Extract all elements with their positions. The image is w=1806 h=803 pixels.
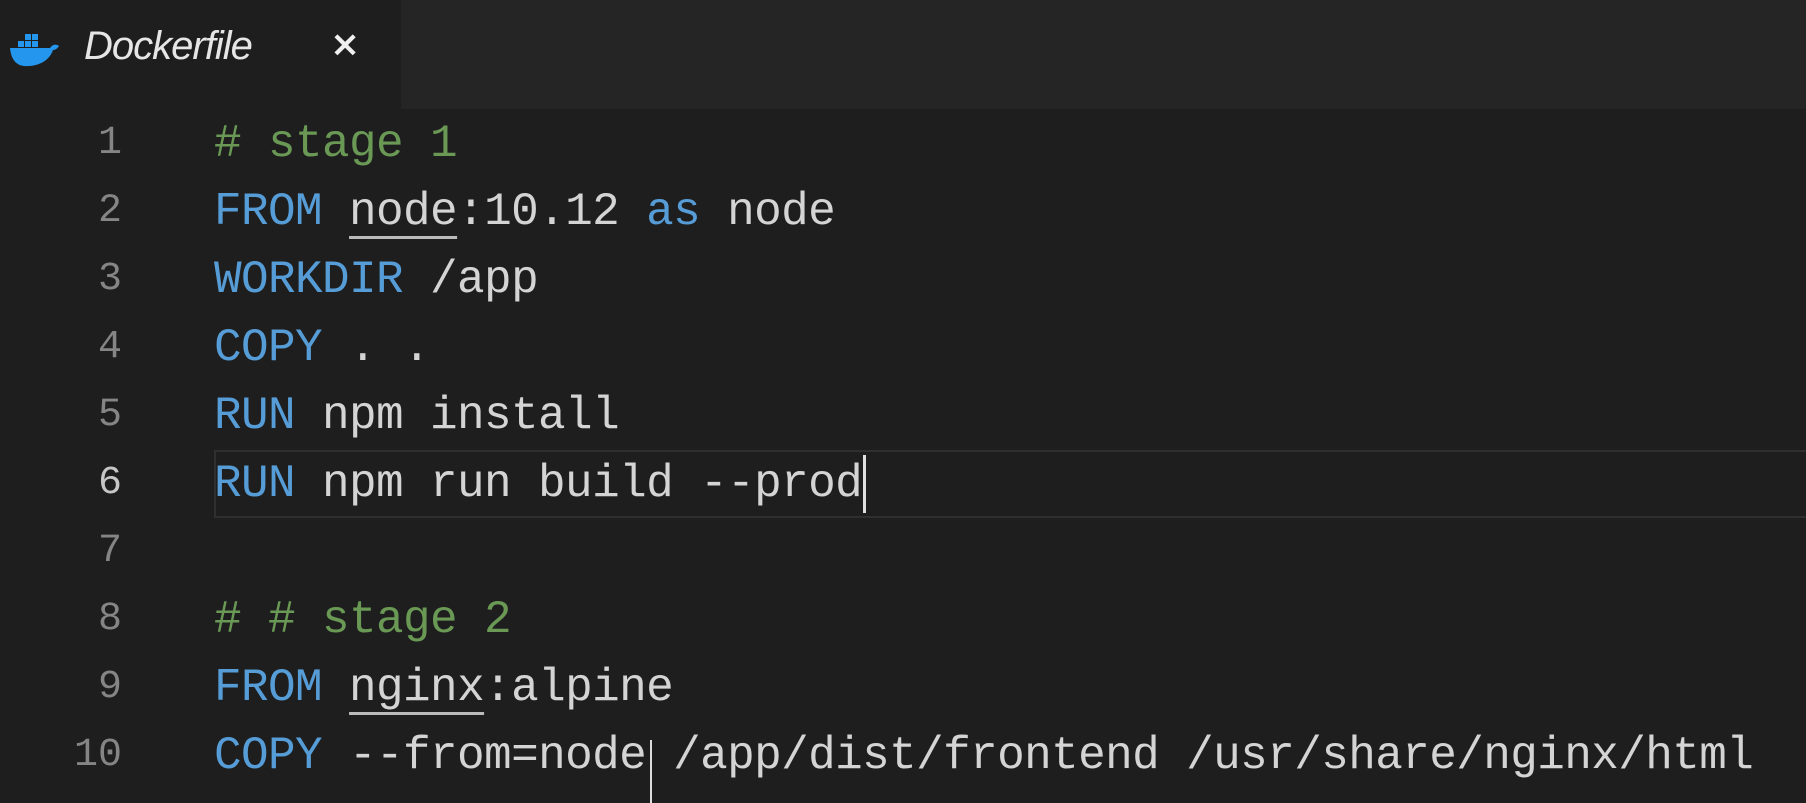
code-text: COPY . .	[214, 314, 431, 382]
code-text: FROM nginx:alpine	[214, 654, 674, 722]
code-line[interactable]: 1 # stage 1	[0, 110, 1806, 178]
keyword-token: COPY	[214, 730, 323, 782]
keyword-token: as	[646, 186, 701, 238]
code-text: FROM node:10.12 as node	[214, 178, 836, 246]
text-token: --from=node /app/dist/frontend /usr/shar…	[322, 730, 1754, 782]
code-line[interactable]: 5 RUN npm install	[0, 382, 1806, 450]
line-number: 5	[97, 393, 122, 438]
code-line[interactable]: 8 # # stage 2	[0, 586, 1806, 654]
close-icon[interactable]: ×	[330, 24, 360, 65]
text-token: nginx	[349, 662, 485, 714]
keyword-token: FROM	[214, 662, 323, 714]
text-token: node	[349, 186, 458, 238]
line-number: 8	[97, 597, 122, 642]
keyword-token: FROM	[214, 186, 323, 238]
keyword-token: RUN	[214, 390, 296, 442]
tab-bar: Dockerfile ×	[0, 0, 1806, 109]
code-line[interactable]: 3 WORKDIR /app	[0, 246, 1806, 314]
text-token: npm install	[295, 390, 620, 442]
code-line[interactable]: 2 FROM node:10.12 as node	[0, 178, 1806, 246]
line-number: 10	[73, 733, 122, 778]
line-number: 9	[97, 665, 122, 710]
code-line[interactable]: 9 FROM nginx:alpine	[0, 654, 1806, 722]
text-token: . .	[322, 322, 431, 374]
code-line[interactable]: 10 COPY --from=node /app/dist/frontend /u…	[0, 722, 1806, 790]
tab-dockerfile[interactable]: Dockerfile ×	[0, 0, 401, 109]
keyword-token: WORKDIR	[214, 254, 404, 306]
line-number: 7	[97, 529, 122, 574]
code-editor[interactable]: 1 # stage 1 2 FROM node:10.12 as node 3 WORKD…	[0, 110, 1806, 803]
code-text: WORKDIR /app	[214, 246, 539, 314]
code-line[interactable]: 7	[0, 518, 1806, 586]
tab-label: Dockerfile	[84, 24, 253, 68]
text-caret	[863, 454, 867, 513]
keyword-token: COPY	[214, 322, 323, 374]
text-token: /app	[403, 254, 539, 306]
text-token: node	[700, 186, 836, 238]
code-text: RUN npm install	[214, 382, 620, 450]
text-token: npm run build --prod	[295, 458, 863, 510]
comment-token: # # stage 2	[214, 594, 512, 646]
mouse-ibeam-cursor	[650, 740, 652, 803]
code-text: # stage 1	[214, 110, 458, 178]
code-line[interactable]: 6 RUN npm run build --prod	[0, 450, 1806, 518]
code-text: RUN npm run build --prod	[214, 450, 867, 518]
docker-whale-icon	[10, 34, 59, 67]
keyword-token: RUN	[214, 458, 296, 510]
line-number: 6	[97, 461, 122, 506]
text-token: :alpine	[484, 662, 674, 714]
line-number: 2	[97, 189, 122, 234]
line-number: 4	[97, 325, 122, 370]
line-number: 1	[97, 121, 122, 166]
code-text: # # stage 2	[214, 586, 512, 654]
code-line[interactable]: 4 COPY . .	[0, 314, 1806, 382]
code-text: COPY --from=node /app/dist/frontend /usr…	[214, 722, 1754, 790]
line-number: 3	[97, 257, 122, 302]
text-token: :10.12	[457, 186, 647, 238]
comment-token: # stage 1	[214, 118, 458, 170]
